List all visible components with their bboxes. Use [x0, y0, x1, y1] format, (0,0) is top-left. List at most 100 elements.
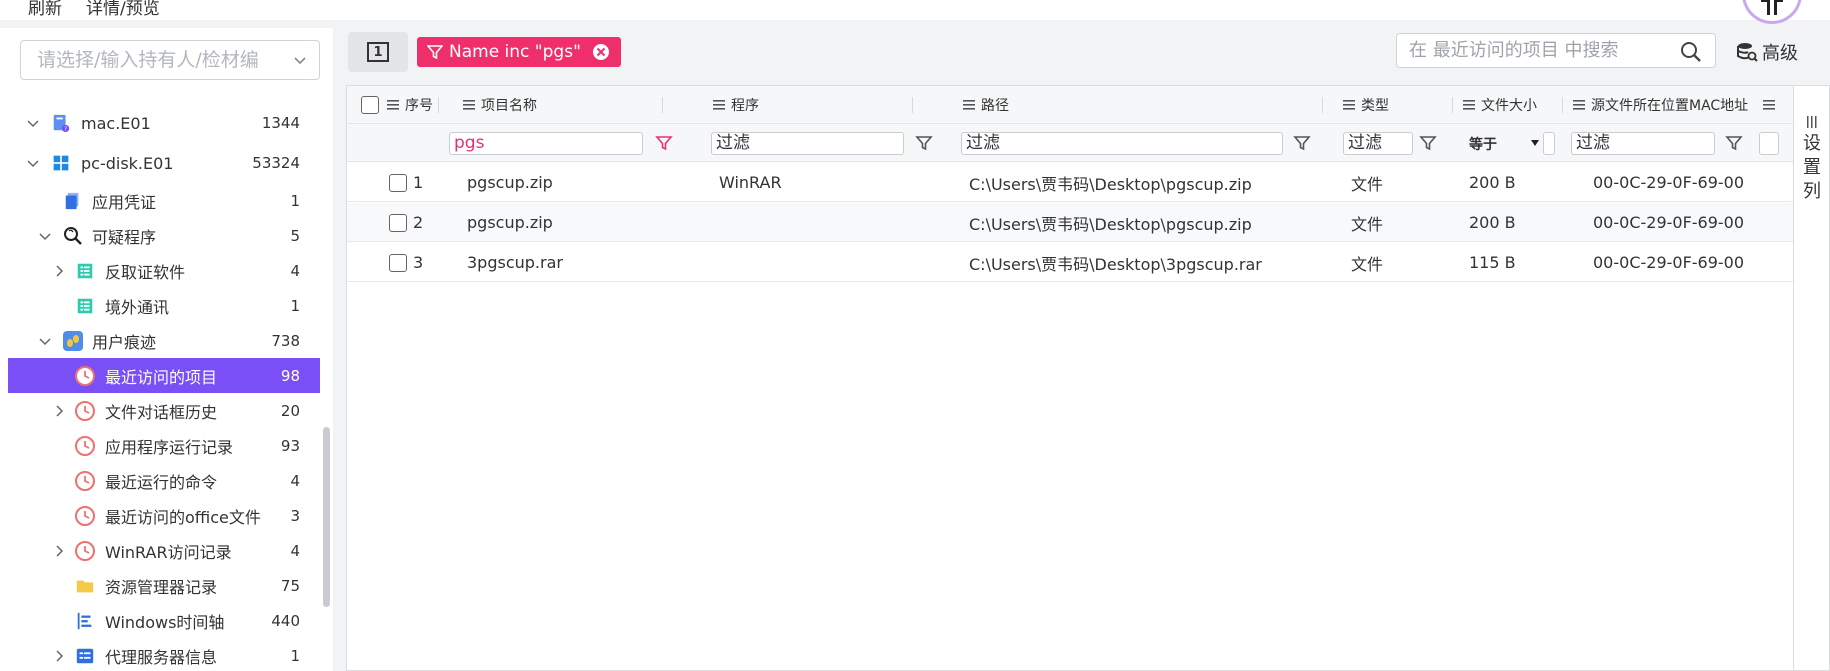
- tree-item-count: 1: [290, 296, 300, 315]
- tree-item-count: 738: [271, 331, 300, 350]
- tree-item-pc-disk[interactable]: pc-disk.E01 53324: [8, 143, 320, 183]
- column-menu-icon[interactable]: [963, 100, 975, 110]
- column-menu-icon[interactable]: [1343, 100, 1355, 110]
- row-checkbox-cell[interactable]: 1: [389, 163, 423, 202]
- column-divider[interactable]: [912, 97, 913, 113]
- chevron-down-icon[interactable]: [293, 53, 307, 67]
- more-filter-input[interactable]: [1759, 132, 1779, 155]
- column-menu-icon[interactable]: [1463, 100, 1475, 110]
- column-menu-icon[interactable]: [1573, 100, 1585, 110]
- tree-item-suspicious-programs[interactable]: 可疑程序 5: [8, 218, 320, 253]
- tree-item-app-credentials[interactable]: 应用凭证 1: [8, 183, 320, 218]
- tree-item-windows-timeline[interactable]: Windows时间轴 440: [8, 603, 320, 638]
- column-menu-icon[interactable]: [387, 100, 399, 110]
- col-type[interactable]: 类型: [1343, 86, 1453, 124]
- row-checkbox-cell[interactable]: 3: [389, 243, 423, 282]
- sidebar-scrollbar[interactable]: [323, 427, 330, 607]
- tree-item-mac[interactable]: ? mac.E01 1344: [8, 103, 320, 143]
- filter-icon[interactable]: [1293, 134, 1311, 152]
- item-search[interactable]: [1396, 33, 1716, 68]
- chevron-right-icon[interactable]: [52, 544, 66, 558]
- table-row[interactable]: 1 pgscup.zip WinRAR C:\Users\贾韦码\Desktop…: [347, 163, 1793, 202]
- col-more[interactable]: [1763, 86, 1787, 124]
- row-index: 2: [413, 213, 424, 232]
- tree-item-file-dialog-history[interactable]: 文件对话框历史 20: [8, 393, 320, 428]
- tree-item-count: 440: [271, 611, 300, 630]
- col-index[interactable]: 序号: [361, 86, 439, 124]
- chevron-down-icon[interactable]: [38, 334, 52, 348]
- chevron-right-icon[interactable]: [52, 404, 66, 418]
- row-index: 1: [413, 173, 424, 192]
- column-divider[interactable]: [1562, 97, 1563, 113]
- app-logo: [1742, 0, 1802, 24]
- tree-item-label: WinRAR访问记录: [105, 542, 232, 562]
- col-name[interactable]: 项目名称: [463, 86, 663, 124]
- path-filter-input[interactable]: 过滤: [961, 132, 1283, 155]
- column-menu-icon[interactable]: [1763, 100, 1775, 110]
- database-search-icon: [1737, 43, 1758, 62]
- chevron-down-icon[interactable]: [26, 156, 40, 170]
- refresh-menu[interactable]: 刷新: [28, 0, 62, 19]
- tree-item-proxy-info[interactable]: 代理服务器信息 1: [8, 638, 320, 671]
- col-program[interactable]: 程序: [713, 86, 913, 124]
- tree-item-app-run-records[interactable]: 应用程序运行记录 93: [8, 428, 320, 463]
- size-filter-input[interactable]: [1543, 132, 1555, 155]
- column-menu-icon[interactable]: [713, 100, 725, 110]
- chevron-right-icon[interactable]: [52, 649, 66, 663]
- row-checkbox[interactable]: [389, 213, 407, 232]
- type-filter-input[interactable]: 过滤: [1343, 132, 1413, 155]
- filter-icon[interactable]: [915, 134, 933, 152]
- holder-select[interactable]: [20, 40, 320, 80]
- tree-item-recent-office[interactable]: 最近访问的office文件 3: [8, 498, 320, 533]
- col-size[interactable]: 文件大小: [1463, 86, 1563, 124]
- row-checkbox[interactable]: [389, 173, 407, 192]
- tree-item-anti-forensics[interactable]: 反取证软件 4: [8, 253, 320, 288]
- row-checkbox[interactable]: [389, 253, 407, 272]
- item-search-input[interactable]: [1409, 40, 1649, 61]
- column-divider[interactable]: [1322, 97, 1323, 113]
- chevron-down-icon[interactable]: [38, 229, 52, 243]
- column-settings-panel[interactable]: 设置列: [1793, 86, 1829, 670]
- select-all-checkbox[interactable]: [361, 96, 379, 114]
- size-operator-select[interactable]: 等于: [1469, 132, 1539, 155]
- table-row[interactable]: 2 pgscup.zip C:\Users\贾韦码\Desktop\pgscup…: [347, 203, 1793, 242]
- mac-filter-input[interactable]: 过滤: [1571, 132, 1715, 155]
- tree-item-recent-items[interactable]: 最近访问的项目 98: [8, 358, 320, 393]
- advanced-search-button[interactable]: 高级: [1736, 39, 1798, 65]
- tree-item-count: 4: [290, 261, 300, 280]
- row-size: 200 B: [1469, 173, 1516, 192]
- col-path[interactable]: 路径: [963, 86, 1323, 124]
- table-row[interactable]: 3 3pgscup.rar C:\Users\贾韦码\Desktop\3pgsc…: [347, 243, 1793, 282]
- detail-preview-menu[interactable]: 详情/预览: [86, 0, 160, 19]
- column-divider[interactable]: [662, 97, 663, 113]
- tree-item-winrar-records[interactable]: WinRAR访问记录 4: [8, 533, 320, 568]
- filter-icon[interactable]: [1725, 134, 1743, 152]
- row-size: 200 B: [1469, 213, 1516, 232]
- filter-icon[interactable]: [1419, 134, 1437, 152]
- chevron-right-icon[interactable]: [52, 264, 66, 278]
- active-filter-chip[interactable]: Name inc "pgs": [417, 37, 621, 67]
- tree-item-explorer-records[interactable]: 资源管理器记录 75: [8, 568, 320, 603]
- timeline-icon: [74, 610, 96, 632]
- tree-item-overseas-comms[interactable]: 境外通讯 1: [8, 288, 320, 323]
- col-mac[interactable]: 源文件所在位置MAC地址: [1573, 86, 1757, 124]
- search-icon[interactable]: [1679, 40, 1703, 64]
- row-checkbox-cell[interactable]: 2: [389, 203, 423, 242]
- tree-item-recent-commands[interactable]: 最近运行的命令 4: [8, 463, 320, 498]
- chevron-down-icon[interactable]: [26, 116, 40, 130]
- close-icon[interactable]: [591, 42, 611, 62]
- disk-image-icon: ?: [50, 112, 72, 134]
- column-menu-icon[interactable]: [463, 100, 475, 110]
- tree-item-user-traces[interactable]: 用户痕迹 738: [8, 323, 320, 358]
- column-divider[interactable]: [438, 97, 439, 113]
- program-filter-input[interactable]: 过滤: [711, 132, 904, 155]
- view-toggle-button[interactable]: 1: [348, 32, 408, 72]
- name-filter-input[interactable]: pgs: [449, 132, 643, 155]
- column-divider[interactable]: [1452, 97, 1453, 113]
- row-mac: 00-0C-29-0F-69-00: [1593, 173, 1745, 192]
- holder-select-input[interactable]: [37, 49, 303, 71]
- filter-icon[interactable]: [655, 134, 673, 152]
- tree-item-label: Windows时间轴: [105, 612, 225, 632]
- top-menu-bar: 刷新 详情/预览: [0, 0, 1830, 24]
- tree-item-count: 4: [290, 541, 300, 560]
